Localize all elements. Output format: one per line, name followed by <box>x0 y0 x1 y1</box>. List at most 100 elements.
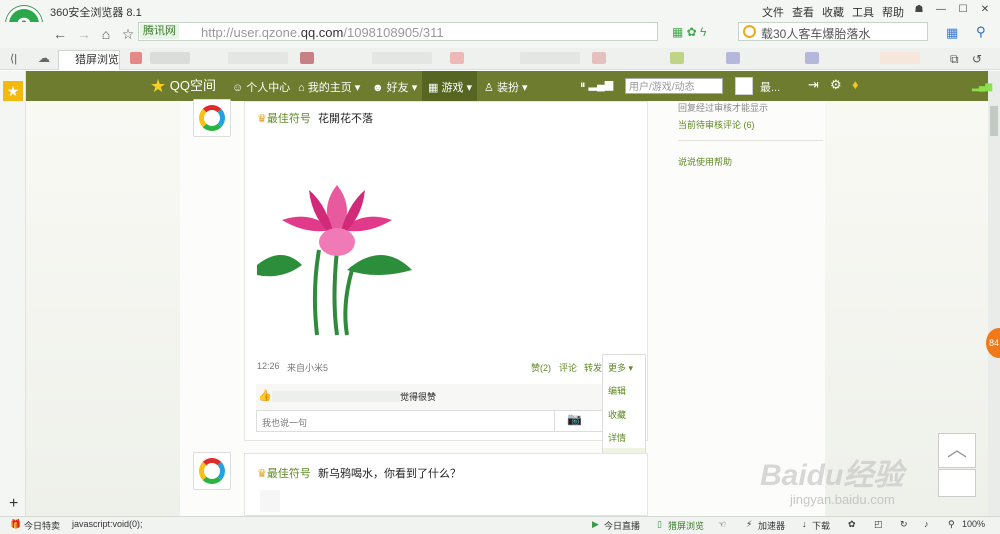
menu-details[interactable]: 详情 <box>608 431 626 444</box>
zoom-level[interactable]: 100% <box>962 519 985 529</box>
tab-blurred[interactable] <box>150 52 190 64</box>
menu-collect[interactable]: 收藏 <box>608 408 626 421</box>
nav-my-home[interactable]: ⌂ 我的主页 ▾ <box>298 79 360 95</box>
window-icon[interactable]: ◰ <box>874 519 883 530</box>
more-label: 更多 <box>608 363 627 373</box>
daily-sale-link[interactable]: 今日特卖 <box>24 519 60 532</box>
skin-icon[interactable]: ☗ <box>911 3 927 17</box>
menu-view[interactable]: 查看 <box>792 4 814 20</box>
tab-blurred[interactable] <box>372 52 432 64</box>
search-text[interactable]: 载30人客车爆胎落水 <box>761 25 870 42</box>
post-image-thumb[interactable] <box>260 490 280 512</box>
tab-blurred[interactable] <box>450 52 464 64</box>
sidebar-toggle-icon[interactable]: ⟨| <box>10 52 17 65</box>
apps-grid-icon[interactable]: ▦ <box>946 25 958 41</box>
tab-active[interactable]: 猎屏浏览 <box>58 50 120 70</box>
favorites-star-icon[interactable]: ★ <box>3 81 23 101</box>
nav-friends[interactable]: ☻ 好友 ▾ <box>372 79 417 95</box>
nav-personal-center[interactable]: ☺ 个人中心 <box>232 79 290 95</box>
search-icon[interactable]: ⚲ <box>711 78 719 91</box>
forward-button[interactable]: 转发 <box>584 361 602 374</box>
tab-blurred[interactable] <box>880 52 920 64</box>
addon-icons[interactable]: ▦ ✿ ϟ <box>672 25 706 39</box>
comment-button[interactable]: 评论 <box>559 361 577 374</box>
add-icon[interactable]: + <box>9 495 18 513</box>
tab-blurred[interactable] <box>130 52 142 64</box>
cloud-icon[interactable]: ☁ <box>38 51 50 65</box>
post-username[interactable]: ♛最佳符号 <box>257 465 311 481</box>
qzone-search-input[interactable]: 用户/游戏/动态 <box>625 78 723 94</box>
tab-blurred[interactable] <box>300 52 314 64</box>
grid-icon: ▦ <box>428 82 439 94</box>
more-button[interactable]: 更多 ▾ <box>608 361 633 374</box>
menu-edit[interactable]: 编辑 <box>608 384 626 397</box>
qzone-username[interactable]: 最... <box>760 79 780 95</box>
avatar[interactable] <box>193 99 231 137</box>
address-bar[interactable]: 腾讯网 http://user.qzone.qq.com/1098108905/… <box>138 22 658 41</box>
address-badge[interactable]: 腾讯网 <box>140 24 179 39</box>
like-button[interactable]: 赞(2) <box>531 361 551 374</box>
menu-tools[interactable]: 工具 <box>852 4 874 20</box>
scrollbar-thumb[interactable] <box>990 106 998 136</box>
tab-blurred[interactable] <box>592 52 606 64</box>
comment-input[interactable] <box>256 410 642 432</box>
accelerator-link[interactable]: 加速器 <box>758 519 785 532</box>
tab-list-icon[interactable]: ⧉ <box>950 52 959 67</box>
search-box[interactable]: 载30人客车爆胎落水 <box>738 22 928 41</box>
maximize-icon[interactable]: ☐ <box>955 3 971 17</box>
avatar[interactable] <box>735 77 753 95</box>
feedback-button[interactable] <box>938 469 976 497</box>
scroll-top-button[interactable]: ︿ <box>938 433 976 468</box>
tab-blurred[interactable] <box>228 52 288 64</box>
tab-blurred[interactable] <box>805 52 819 64</box>
help-link[interactable]: 说说使用帮助 <box>678 155 732 168</box>
phone-icon[interactable]: ▯ <box>657 519 662 530</box>
tab-blurred[interactable] <box>520 52 580 64</box>
download-link[interactable]: 下载 <box>812 519 830 532</box>
pointer-icon[interactable]: ☜ <box>718 519 726 530</box>
screen-link[interactable]: 猎屏浏览 <box>668 519 704 532</box>
speed-icon[interactable]: ⚡ <box>746 519 752 530</box>
camera-icon[interactable]: 📷 <box>567 412 582 426</box>
forward-icon[interactable]: → <box>74 24 94 44</box>
thumbs-up-icon: 👍 <box>258 390 272 402</box>
lotus-image[interactable] <box>257 130 412 355</box>
download-icon[interactable]: ↓ <box>802 519 807 529</box>
live-icon[interactable]: ▶ <box>592 519 599 530</box>
menu-favorites[interactable]: 收藏 <box>822 4 844 20</box>
scrollbar[interactable] <box>988 71 1000 516</box>
find-icon[interactable]: ⚲ <box>976 24 986 40</box>
paw-icon[interactable]: ✿ <box>848 519 856 530</box>
gift-icon[interactable]: 🎁 <box>10 519 21 530</box>
gear-icon[interactable]: ⚙ <box>830 77 842 93</box>
minimize-icon[interactable]: — <box>933 3 949 17</box>
nav-games[interactable]: ▦ 游戏 ▾ <box>428 79 472 95</box>
diamond-icon[interactable]: ♦ <box>852 77 859 92</box>
undo-close-icon[interactable]: ↺ <box>972 52 982 66</box>
post-text: 花開花不落 <box>318 113 373 125</box>
menu-file[interactable]: 文件 <box>762 4 784 20</box>
menu-help[interactable]: 帮助 <box>882 4 904 20</box>
pending-review-link[interactable]: 当前待审核评论 (6) <box>678 118 755 131</box>
search-engine-icon[interactable] <box>743 25 756 38</box>
favorite-star-icon[interactable]: ☆ <box>118 24 138 44</box>
live-link[interactable]: 今日直播 <box>604 519 640 532</box>
qzone-logo[interactable]: ★ QQ空间 <box>150 75 216 97</box>
nav-label: 个人中心 <box>246 82 291 94</box>
music-pause-icon[interactable]: ⏸ ▂▄▆ <box>580 78 613 92</box>
tab-blurred[interactable] <box>670 52 684 64</box>
home-icon[interactable]: ⌂ <box>96 24 116 44</box>
tab-blurred[interactable] <box>726 52 740 64</box>
avatar[interactable] <box>193 452 231 490</box>
address-url[interactable]: http://user.qzone.qq.com/1098108905/311 <box>201 25 444 40</box>
logout-icon[interactable]: ⇥ <box>808 77 819 93</box>
zoom-icon[interactable]: ⚲ <box>948 519 955 530</box>
history-icon[interactable]: ↻ <box>900 519 908 530</box>
sound-icon[interactable]: ♪ <box>924 519 929 529</box>
close-icon[interactable]: ✕ <box>977 3 993 17</box>
friends-icon: ☻ <box>372 82 384 94</box>
back-icon[interactable]: ← <box>50 24 70 44</box>
nav-decorate[interactable]: ♙ 装扮 ▾ <box>484 79 528 95</box>
post-username[interactable]: ♛最佳符号 <box>257 110 311 126</box>
signal-icon: ▂▄▆ <box>972 81 993 91</box>
